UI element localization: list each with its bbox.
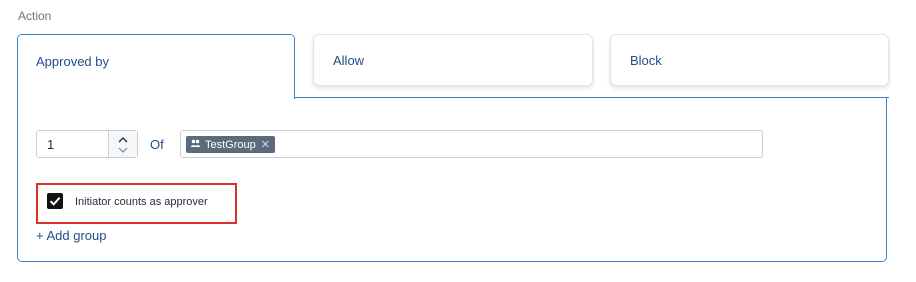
tab-approved-by-label: Approved by [36, 54, 109, 69]
action-section-label: Action [18, 9, 52, 23]
initiator-checkbox-label: Initiator counts as approver [75, 196, 208, 208]
group-tag-label: TestGroup [205, 138, 256, 151]
approver-count-input[interactable] [37, 132, 117, 156]
group-tag: TestGroup ✕ [186, 136, 275, 153]
group-icon [190, 139, 201, 151]
checkmark-icon [49, 196, 61, 206]
tab-allow[interactable]: Allow [313, 34, 593, 86]
remove-tag-icon[interactable]: ✕ [261, 138, 270, 151]
tab-allow-label: Allow [333, 52, 365, 68]
add-group-link[interactable]: + Add group [36, 228, 106, 243]
approver-count-stepper[interactable] [36, 130, 138, 158]
tab-block[interactable]: Block [610, 34, 889, 86]
stepper-up-icon[interactable] [118, 133, 128, 144]
of-label: Of [150, 137, 164, 152]
tab-approved-by[interactable]: Approved by [17, 34, 295, 99]
initiator-checkbox[interactable] [47, 193, 63, 209]
stepper-arrows[interactable] [108, 131, 137, 157]
approved-by-panel [17, 98, 887, 262]
stepper-down-icon[interactable] [118, 144, 128, 155]
group-select-field[interactable]: TestGroup ✕ [180, 130, 763, 158]
tab-block-label: Block [630, 52, 662, 68]
